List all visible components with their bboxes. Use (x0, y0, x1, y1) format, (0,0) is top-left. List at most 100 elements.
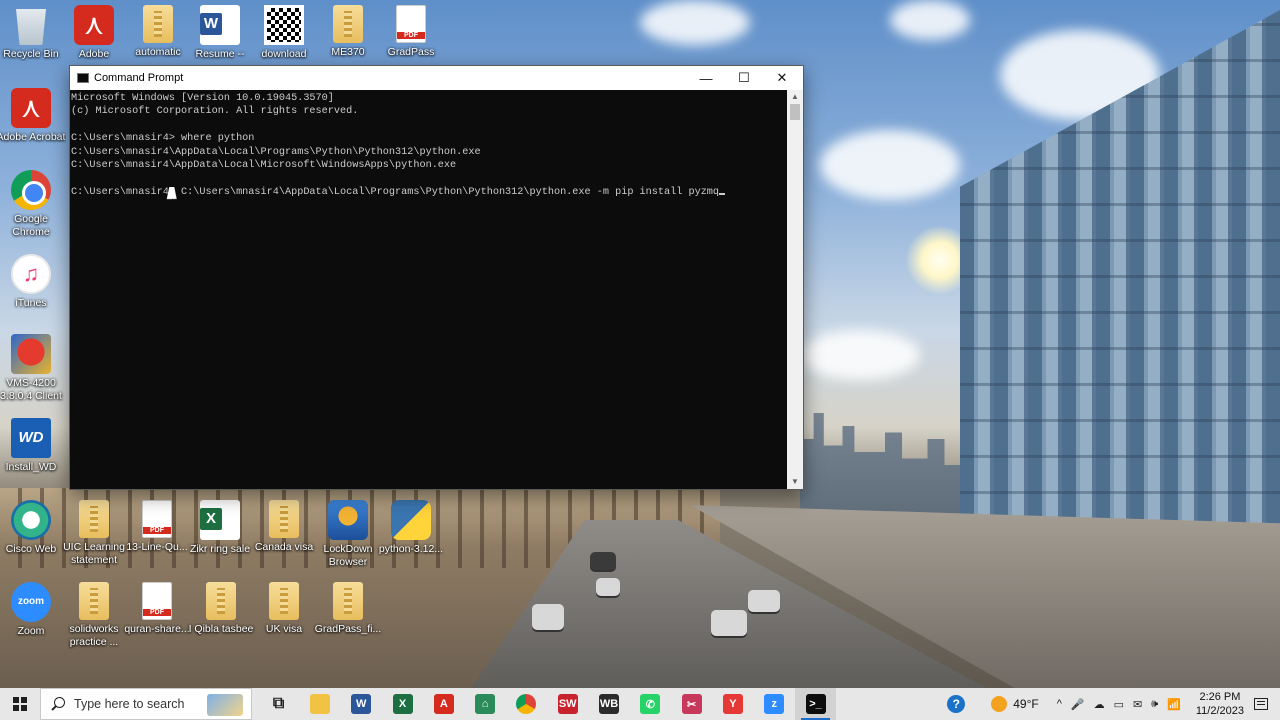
start-button[interactable] (0, 688, 40, 720)
desktop-icon-qibla-tasbee[interactable]: I Qibla tasbee (186, 582, 256, 636)
taskbar-app-snipping-tool[interactable]: ✂ (671, 688, 712, 720)
vertical-scrollbar[interactable]: ▲ ▼ (787, 90, 803, 489)
desktop-icon-quran-share[interactable]: quran-share... (122, 582, 192, 636)
wd-install-icon (11, 418, 51, 458)
taskbar-app-whatsapp[interactable]: ✆ (630, 688, 671, 720)
microphone-icon[interactable]: 🎤 (1071, 698, 1085, 711)
taskbar-app-solidworks[interactable]: SW (547, 688, 588, 720)
desktop-icon-adobe[interactable]: Adobe (59, 5, 129, 61)
taskbar-search-box[interactable]: Type here to search (40, 688, 252, 720)
desktop-icon-canada-visa[interactable]: Canada visa (249, 500, 319, 554)
taskbar-app-yandex-browser[interactable]: Y (712, 688, 753, 720)
chrome-icon (11, 170, 51, 210)
desktop-icon-label: LockDown Browser (323, 543, 373, 568)
desktop-icon-itunes[interactable]: iTunes (0, 254, 66, 310)
desktop-icon-label: GradPass (387, 46, 435, 58)
search-highlight-image (207, 694, 243, 716)
taskbar-app-app-store-home[interactable]: ⌂ (464, 688, 505, 720)
desktop-icon-uic-learning[interactable]: UIC Learning statement (59, 500, 129, 567)
show-hidden-icons-chevron-icon[interactable]: ^ (1057, 698, 1062, 710)
desktop-icon-automatic[interactable]: automatic (123, 5, 193, 59)
desktop-icon-label: UK visa (265, 623, 303, 635)
desktop-icon-label: Google Chrome (12, 213, 50, 238)
desktop-icon-recycle-bin[interactable]: Recycle Bin (0, 5, 66, 61)
desktop-icon-adobe-acrobat[interactable]: Adobe Acrobat (0, 88, 66, 144)
search-icon (51, 697, 65, 711)
recycle-bin-icon (16, 9, 46, 45)
desktop-icon-solidworks-practice[interactable]: solidworks practice ... (59, 582, 129, 649)
pdf-file-icon (142, 582, 172, 620)
onedrive-cloud-icon[interactable]: ☁ (1094, 698, 1105, 711)
taskbar-app-chrome[interactable] (506, 688, 547, 720)
desktop-icon-download[interactable]: download (249, 5, 319, 61)
taskbar-app-zoom[interactable]: z (754, 688, 795, 720)
desktop-icon-label: Install_WD (5, 461, 57, 473)
desktop-icon-python-installer[interactable]: python-3.12... (376, 500, 446, 556)
help-icon[interactable]: ? (947, 695, 966, 713)
itunes-icon (11, 254, 51, 294)
desktop-icon-label: iTunes (15, 297, 47, 309)
console-line: C:\Users\mnasir4\AppData\Local\Microsoft… (71, 159, 457, 171)
wallpaper-cloud (820, 130, 960, 200)
taskbar-clock[interactable]: 2:26 PM 11/2/2023 (1196, 690, 1244, 718)
notification-center-icon[interactable] (1254, 698, 1268, 710)
wifi-icon[interactable]: 📶 (1167, 698, 1181, 711)
desktop-icon-zoom[interactable]: Zoom (0, 582, 66, 638)
minimize-button[interactable]: — (687, 66, 725, 90)
desktop-icon-13-line[interactable]: 13-Line-Qu... (122, 500, 192, 554)
battery-icon[interactable]: ▭ (1114, 698, 1124, 711)
taskbar-app-excel[interactable]: X (382, 688, 423, 720)
wallpaper-cloud (890, 0, 970, 40)
console-output[interactable]: Microsoft Windows [Version 10.0.19045.35… (70, 90, 787, 489)
python-installer-icon (391, 500, 431, 540)
wallpaper-car (532, 604, 564, 630)
desktop-icon-label: Cisco Web (5, 543, 57, 555)
scrollbar-thumb[interactable] (790, 104, 800, 120)
scroll-up-arrow-icon[interactable]: ▲ (787, 90, 803, 104)
taskbar-app-word[interactable]: W (341, 688, 382, 720)
weather-sun-icon[interactable] (991, 696, 1008, 712)
desktop-icon-vms-client[interactable]: VMS-4200 3.8.0.4 Client (0, 334, 66, 403)
wallpaper-car (596, 578, 620, 596)
taskbar-app-wb-app[interactable]: WB (588, 688, 629, 720)
scroll-down-arrow-icon[interactable]: ▼ (787, 475, 803, 489)
desktop-icon-label: Adobe (78, 48, 110, 60)
taskbar-app-task-view[interactable]: ⧉ (258, 688, 299, 720)
volume-icon[interactable]: 🕪 (1151, 698, 1158, 711)
desktop-icon-lockdown-browser[interactable]: LockDown Browser (313, 500, 383, 569)
desktop-icon-label: Resume -- (195, 48, 245, 60)
zip-folder-icon (269, 582, 299, 620)
wallpaper-car (748, 590, 780, 612)
close-button[interactable]: ✕ (763, 66, 801, 90)
excel-icon: X (392, 694, 413, 714)
window-titlebar[interactable]: Command Prompt — ☐ ✕ (70, 66, 803, 90)
taskbar-app-file-explorer[interactable] (299, 688, 340, 720)
zoom-icon: z (764, 694, 785, 714)
zoom-icon (11, 582, 51, 622)
mail-icon[interactable]: ✉ (1133, 698, 1142, 711)
desktop-icon-zikr-ring-sale[interactable]: Zikr ring sale (185, 500, 255, 556)
command-prompt-window[interactable]: Command Prompt — ☐ ✕ Microsoft Windows [… (69, 65, 804, 490)
acrobat-icon: A (433, 694, 454, 714)
desktop-icon-cisco-webex[interactable]: Cisco Web (0, 500, 66, 556)
vms-client-icon (11, 334, 51, 374)
desktop-icon-google-chrome[interactable]: Google Chrome (0, 170, 66, 239)
whatsapp-icon: ✆ (640, 694, 661, 714)
maximize-button[interactable]: ☐ (725, 66, 763, 90)
desktop-icon-install-wd[interactable]: Install_WD (0, 418, 66, 474)
desktop-icon-resume[interactable]: Resume -- (185, 5, 255, 61)
zip-folder-icon (269, 500, 299, 538)
desktop-icon-label: automatic (135, 46, 181, 58)
desktop-icon-gradpass[interactable]: GradPass (376, 5, 446, 59)
desktop-icon-uk-visa[interactable]: UK visa (249, 582, 319, 636)
zip-folder-icon (143, 5, 173, 43)
console-line: C:\Users\mnasir4\AppData\Local\Programs\… (71, 146, 481, 158)
weather-temperature[interactable]: 49°F (1013, 697, 1038, 711)
taskbar-app-command-prompt[interactable]: >_ (794, 688, 837, 720)
wallpaper-cloud (800, 330, 920, 380)
desktop-icon-label: Canada visa (254, 541, 314, 553)
taskbar-app-acrobat[interactable]: A (423, 688, 464, 720)
desktop-icon-gradpass-file[interactable]: GradPass_fi... (313, 582, 383, 636)
desktop-icon-me370[interactable]: ME370 (313, 5, 383, 59)
